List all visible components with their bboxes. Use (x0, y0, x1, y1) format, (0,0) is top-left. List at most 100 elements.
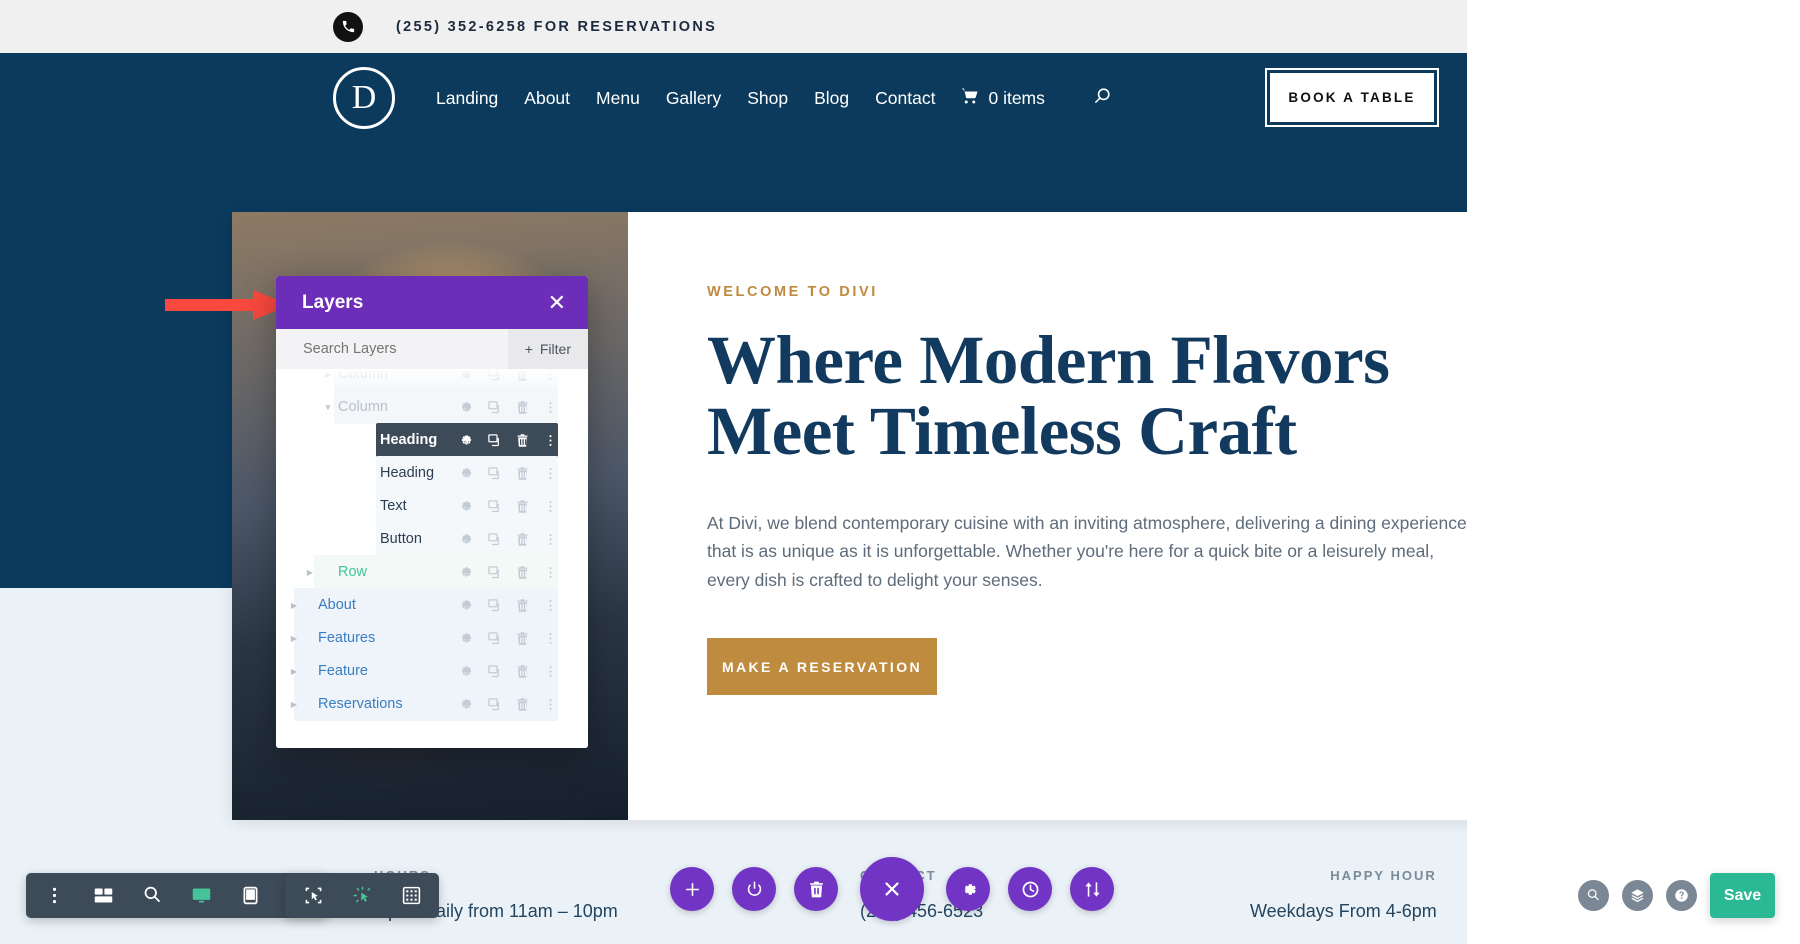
trash-icon[interactable] (515, 598, 530, 613)
trash-icon[interactable] (515, 433, 530, 448)
help-icon[interactable] (1666, 880, 1697, 911)
gear-icon[interactable] (459, 631, 474, 646)
trash-icon[interactable] (515, 697, 530, 712)
hover-click-icon[interactable] (351, 885, 373, 907)
gear-icon[interactable] (459, 433, 474, 448)
nav-item-shop[interactable]: Shop (747, 88, 788, 109)
chevron-right-icon[interactable]: ▶ (288, 667, 300, 676)
wireframe-icon[interactable] (92, 885, 114, 907)
gear-icon[interactable] (459, 400, 474, 415)
trash-icon[interactable] (515, 400, 530, 415)
trash-icon[interactable] (515, 664, 530, 679)
layer-row-actions (459, 499, 558, 514)
gear-icon[interactable] (459, 532, 474, 547)
chevron-right-icon[interactable]: ▶ (304, 568, 316, 577)
close-builder-button[interactable] (860, 857, 924, 921)
chevron-right-icon[interactable]: ▶ (288, 634, 300, 643)
builder-toolbar-secondary[interactable] (285, 873, 439, 918)
gear-icon[interactable] (459, 697, 474, 712)
zoom-icon[interactable] (141, 885, 163, 907)
chevron-down-icon[interactable]: ▼ (322, 403, 334, 412)
chevron-right-icon[interactable]: ▶ (288, 601, 300, 610)
history-button[interactable] (1008, 867, 1052, 911)
filter-button[interactable]: + Filter (507, 329, 588, 369)
duplicate-icon[interactable] (487, 433, 502, 448)
duplicate-icon[interactable] (487, 697, 502, 712)
desktop-view-icon[interactable] (190, 885, 212, 907)
layer-row-label: Column (338, 369, 388, 382)
layers-list[interactable]: ▶ Column ▼ Column Heading Heading Text Button ▶ R… (276, 369, 588, 748)
gear-icon[interactable] (459, 499, 474, 514)
nav-item-contact[interactable]: Contact (875, 88, 935, 109)
more-vertical-icon[interactable] (543, 499, 558, 514)
book-a-table-button[interactable]: BOOK A TABLE (1265, 68, 1439, 127)
more-vertical-icon[interactable] (543, 433, 558, 448)
chevron-right-icon[interactable]: ▶ (322, 370, 334, 379)
trash-icon[interactable] (515, 631, 530, 646)
layers-panel[interactable]: Layers ✕ + Filter ▶ Column ▼ Column Heading H… (276, 276, 588, 748)
nav-links: Landing About Menu Gallery Shop Blog Con… (436, 86, 1112, 111)
more-vertical-icon[interactable] (543, 631, 558, 646)
cart-link[interactable]: 0 items (961, 87, 1045, 110)
duplicate-icon[interactable] (487, 499, 502, 514)
more-vertical-icon[interactable] (543, 697, 558, 712)
make-a-reservation-button[interactable]: MAKE A RESERVATION (707, 638, 937, 696)
gear-icon[interactable] (459, 466, 474, 481)
nav-item-landing[interactable]: Landing (436, 88, 498, 109)
gear-icon[interactable] (459, 598, 474, 613)
trash-icon[interactable] (515, 565, 530, 580)
nav-item-gallery[interactable]: Gallery (666, 88, 721, 109)
gear-icon[interactable] (459, 664, 474, 679)
layer-row-label: Row (338, 564, 368, 580)
duplicate-icon[interactable] (487, 565, 502, 580)
grid-icon[interactable] (400, 885, 422, 907)
chevron-right-icon[interactable]: ▶ (288, 700, 300, 709)
duplicate-icon[interactable] (487, 369, 502, 382)
trash-button[interactable] (794, 867, 838, 911)
gear-icon[interactable] (459, 565, 474, 580)
nav-item-menu[interactable]: Menu (596, 88, 640, 109)
more-vertical-icon[interactable] (543, 664, 558, 679)
builder-fab-bar[interactable] (670, 857, 1114, 921)
layer-row[interactable]: ▶ Reservations (276, 685, 588, 723)
more-vertical-icon[interactable] (543, 466, 558, 481)
nav-item-blog[interactable]: Blog (814, 88, 849, 109)
add-section-button[interactable] (670, 867, 714, 911)
duplicate-icon[interactable] (487, 400, 502, 415)
search-icon[interactable] (1093, 86, 1112, 111)
search-layers-input[interactable] (303, 341, 503, 357)
duplicate-icon[interactable] (487, 532, 502, 547)
trash-icon[interactable] (515, 466, 530, 481)
site-logo[interactable]: D (333, 67, 395, 129)
builder-toolbar-primary[interactable] (26, 873, 327, 918)
duplicate-icon[interactable] (487, 631, 502, 646)
portability-sort-button[interactable] (1070, 867, 1114, 911)
trash-icon[interactable] (515, 369, 530, 382)
layer-row-label: Column (338, 399, 388, 415)
click-select-icon[interactable] (302, 885, 324, 907)
hero-heading-line-1: Where Modern Flavors (707, 322, 1390, 398)
more-vertical-icon[interactable] (543, 598, 558, 613)
more-vertical-icon[interactable] (43, 885, 65, 907)
more-vertical-icon[interactable] (543, 400, 558, 415)
more-vertical-icon[interactable] (543, 369, 558, 382)
tablet-view-icon[interactable] (239, 885, 261, 907)
more-vertical-icon[interactable] (543, 532, 558, 547)
close-icon[interactable]: ✕ (548, 291, 566, 314)
trash-icon[interactable] (515, 532, 530, 547)
settings-button[interactable] (946, 867, 990, 911)
cart-count-label: 0 items (988, 87, 1045, 108)
duplicate-icon[interactable] (487, 598, 502, 613)
gear-icon[interactable] (459, 369, 474, 382)
save-button[interactable]: Save (1710, 873, 1775, 918)
zoom-icon[interactable] (1578, 880, 1609, 911)
trash-icon[interactable] (515, 499, 530, 514)
builder-bottom-right-controls[interactable]: Save (1578, 873, 1775, 918)
duplicate-icon[interactable] (487, 664, 502, 679)
nav-item-about[interactable]: About (524, 88, 570, 109)
power-toggle-button[interactable] (732, 867, 776, 911)
duplicate-icon[interactable] (487, 466, 502, 481)
layers-icon[interactable] (1622, 880, 1653, 911)
more-vertical-icon[interactable] (543, 565, 558, 580)
hero-heading-line-2: Meet Timeless Craft (707, 393, 1297, 470)
